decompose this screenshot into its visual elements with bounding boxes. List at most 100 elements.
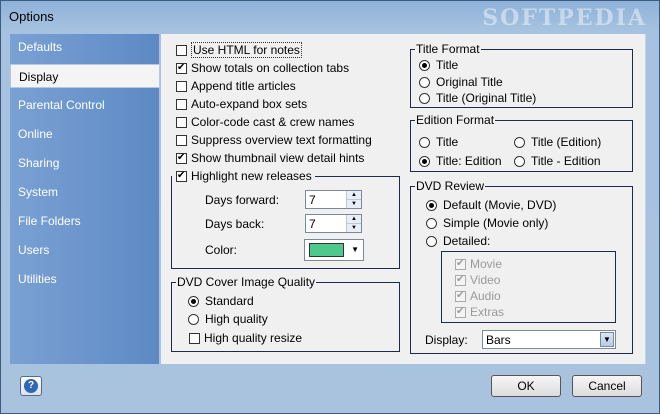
review-simple-radio[interactable]: Simple (Movie only) [426,215,548,231]
review-detailed-radio[interactable]: Detailed: [426,233,490,249]
spin-up-icon[interactable]: ▲ [347,191,361,200]
sidebar-item-file-folders[interactable]: File Folders [10,209,159,233]
edition-title-paren-radio[interactable]: Title (Edition) [514,134,601,150]
help-icon: ? [24,379,38,393]
checkbox-label: Auto-expand box sets [191,97,308,111]
help-button[interactable]: ? [20,376,42,396]
color-code-cast-checkbox[interactable]: Color-code cast & crew names [176,114,354,130]
chevron-down-icon[interactable]: ▼ [600,332,614,347]
checkbox-box [455,273,466,287]
checkbox-label: Color-code cast & crew names [191,115,355,129]
spin-down-icon[interactable]: ▼ [347,200,361,208]
radio-dot [188,295,199,307]
radio-label: Detailed: [443,234,491,248]
sidebar-item-sharing[interactable]: Sharing [10,151,159,175]
days-forward-value: 7 [309,193,316,207]
radio-label: Simple (Movie only) [443,216,549,230]
detailed-movie-checkbox[interactable]: Movie [455,256,502,272]
radio-label: Title (Edition) [531,135,602,149]
detailed-audio-checkbox[interactable]: Audio [455,288,501,304]
checkbox-label: Append title articles [191,79,296,93]
checkbox-box [176,116,187,128]
title-format-both-radio[interactable]: Title (Original Title) [419,90,536,106]
sidebar-item-display[interactable]: Display [10,64,160,88]
checkbox-label: Show thumbnail view detail hints [191,151,365,165]
days-back-label: Days back: [205,217,265,231]
checkbox-label: Extras [470,305,505,319]
radio-label: Title: Edition [436,154,502,168]
checkbox-label: High quality resize [204,331,303,345]
days-forward-spinner[interactable]: 7 ▲ ▼ [305,190,362,209]
radio-label: High quality [205,312,268,326]
detailed-extras-checkbox[interactable]: Extras [455,304,504,320]
review-default-radio[interactable]: Default (Movie, DVD) [426,197,556,213]
highlight-new-releases-checkbox[interactable]: Highlight new releases [176,168,315,184]
display-settings-panel: Use HTML for notes Show totals on collec… [161,34,646,364]
title-format-legend: Title Format [415,42,481,56]
days-forward-label: Days forward: [205,193,280,207]
display-label: Display: [425,333,468,347]
checkbox-label: Suppress overview text formatting [191,133,372,147]
checkbox-label: Video [470,273,501,287]
sidebar-item-online[interactable]: Online [10,122,159,146]
checkbox-box [455,289,466,303]
append-title-articles-checkbox[interactable]: Append title articles [176,78,296,94]
spin-up-icon[interactable]: ▲ [347,215,361,224]
radio-dot [514,155,525,167]
days-back-spinner[interactable]: 7 ▲ ▼ [305,214,362,233]
thumbnail-detail-hints-checkbox[interactable]: Show thumbnail view detail hints [176,150,364,166]
checkbox-label: Audio [470,289,501,303]
radio-dot [426,217,437,229]
sidebar-item-users[interactable]: Users [10,238,159,262]
auto-expand-box-sets-checkbox[interactable]: Auto-expand box sets [176,96,307,112]
checkbox-box [176,80,187,92]
radio-dot [514,136,525,148]
edition-title-dash-radio[interactable]: Title - Edition [514,153,601,169]
radio-label: Default (Movie, DVD) [443,198,557,212]
edition-title-radio[interactable]: Title [419,134,458,150]
review-display-select[interactable]: Bars ▼ [482,330,616,349]
spin-down-icon[interactable]: ▼ [347,224,361,232]
color-swatch [309,243,344,257]
checkbox-box [176,169,187,183]
dialog-footer: ? OK Cancel [10,366,652,410]
cover-standard-radio[interactable]: Standard [188,293,254,309]
edition-title-colon-radio[interactable]: Title: Edition [419,153,502,169]
checkbox-label: Use HTML for notes [191,42,302,58]
checkbox-box [176,134,187,146]
sidebar-item-parental-control[interactable]: Parental Control [10,93,159,117]
suppress-overview-formatting-checkbox[interactable]: Suppress overview text formatting [176,132,372,148]
checkbox-box [176,98,187,110]
days-back-value: 7 [309,217,316,231]
title-bar[interactable]: Options SOFTPEDIA [1,1,659,31]
radio-dot [419,76,430,88]
sidebar-item-defaults[interactable]: Defaults [10,35,159,59]
checkbox-box [176,44,187,56]
use-html-notes-checkbox[interactable]: Use HTML for notes [176,42,302,58]
title-format-title-radio[interactable]: Title [419,57,458,73]
dvd-review-legend: DVD Review [415,179,486,193]
cancel-button[interactable]: Cancel [572,375,642,397]
radio-label: Standard [205,294,254,308]
show-totals-checkbox[interactable]: Show totals on collection tabs [176,60,349,76]
sidebar-item-system[interactable]: System [10,180,159,204]
radio-label: Title (Original Title) [436,91,537,105]
sidebar-item-utilities[interactable]: Utilities [10,267,159,291]
detailed-video-checkbox[interactable]: Video [455,272,500,288]
radio-label: Title - Edition [531,154,601,168]
ok-button[interactable]: OK [491,375,561,397]
checkbox-label: Highlight new releases [191,169,312,183]
spinner-arrows[interactable]: ▲ ▼ [346,215,361,232]
title-format-original-radio[interactable]: Original Title [419,74,503,90]
cover-high-quality-radio[interactable]: High quality [188,311,268,327]
checkbox-box [455,257,466,271]
checkbox-box [176,151,187,165]
display-select-value: Bars [486,333,511,347]
checkbox-label: Movie [470,257,503,271]
options-window: Options SOFTPEDIA Defaults Display Paren… [0,0,660,414]
radio-dot [419,92,430,104]
spinner-arrows[interactable]: ▲ ▼ [346,191,361,208]
highlight-color-picker[interactable]: ▼ [304,239,364,261]
radio-dot [426,199,437,211]
high-quality-resize-checkbox[interactable]: High quality resize [189,330,302,346]
